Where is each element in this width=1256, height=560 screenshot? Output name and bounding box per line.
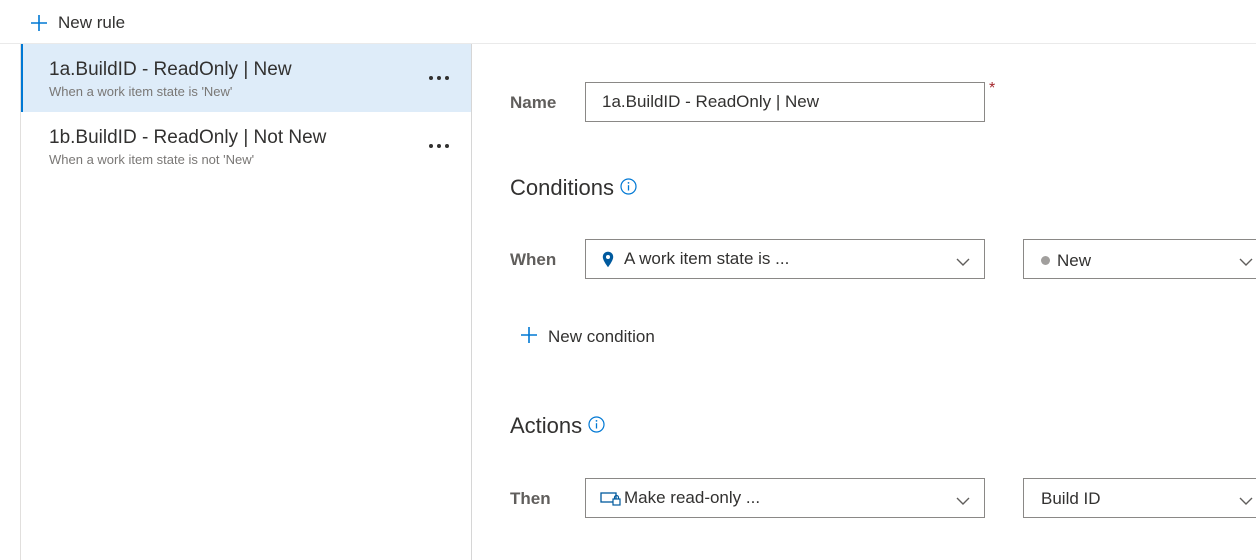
state-dropdown[interactable]: New — [1023, 239, 1256, 279]
chevron-down-icon — [956, 493, 970, 511]
new-condition-button[interactable]: New condition — [520, 325, 655, 349]
name-label: Name — [510, 93, 557, 112]
conditions-heading: Conditions — [510, 175, 637, 201]
location-pin-icon — [602, 251, 614, 273]
rule-name-input[interactable]: 1a.BuildID - ReadOnly | New — [585, 82, 985, 122]
rule-title: 1b.BuildID - ReadOnly | Not New — [49, 127, 327, 148]
rule-title: 1a.BuildID - ReadOnly | New — [49, 59, 292, 80]
more-options-icon[interactable] — [429, 68, 449, 88]
actions-title: Actions — [510, 413, 583, 438]
rule-subtitle: When a work item state is not 'New' — [49, 152, 255, 167]
command-bar: New rule — [0, 0, 1256, 44]
read-only-field-icon — [600, 491, 622, 512]
then-label: Then — [510, 489, 551, 508]
info-icon[interactable] — [588, 413, 605, 439]
condition-value: A work item state is ... — [624, 249, 790, 268]
field-dropdown[interactable]: Build ID — [1023, 478, 1256, 518]
actions-heading: Actions — [510, 413, 605, 439]
chevron-down-icon — [1239, 493, 1253, 511]
rule-subtitle: When a work item state is 'New' — [49, 84, 233, 99]
condition-dropdown[interactable]: A work item state is ... — [585, 239, 985, 279]
required-marker: * — [989, 80, 996, 97]
action-value: Make read-only ... — [624, 488, 761, 507]
more-options-icon[interactable] — [429, 136, 449, 156]
new-rule-button[interactable]: New rule — [30, 10, 125, 36]
field-value: Build ID — [1041, 489, 1101, 508]
plus-icon — [30, 14, 48, 32]
pane-divider — [471, 44, 472, 560]
when-label: When — [510, 250, 557, 269]
chevron-down-icon — [956, 254, 970, 272]
rule-list-item[interactable]: 1b.BuildID - ReadOnly | Not New When a w… — [21, 112, 471, 180]
plus-icon — [520, 326, 538, 349]
new-condition-label: New condition — [548, 327, 655, 346]
info-icon[interactable] — [620, 175, 637, 201]
action-dropdown[interactable]: Make read-only ... — [585, 478, 985, 518]
rule-list: 1a.BuildID - ReadOnly | New When a work … — [21, 44, 471, 560]
new-rule-label: New rule — [58, 13, 126, 32]
conditions-title: Conditions — [510, 175, 614, 200]
state-dot-icon — [1041, 256, 1050, 265]
chevron-down-icon — [1239, 254, 1253, 272]
rule-list-item[interactable]: 1a.BuildID - ReadOnly | New When a work … — [21, 44, 471, 112]
state-value: New — [1057, 251, 1092, 270]
